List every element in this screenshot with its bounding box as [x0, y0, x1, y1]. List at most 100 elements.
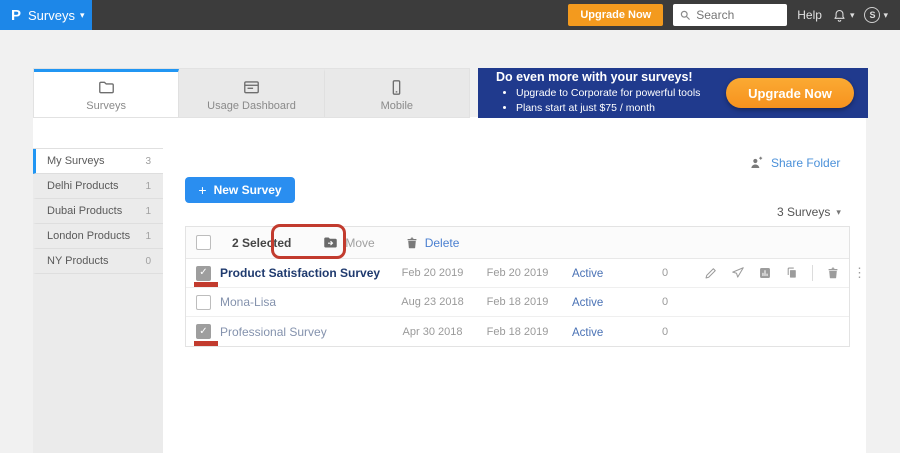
- promo-banner: Do even more with your surveys! Upgrade …: [478, 68, 868, 118]
- send-plane-icon[interactable]: [731, 266, 745, 280]
- new-survey-button[interactable]: + New Survey: [185, 177, 295, 203]
- topbar-right: Upgrade Now Help ▾ S ▾: [568, 4, 900, 26]
- status-cell: Active: [560, 264, 640, 282]
- survey-title-link[interactable]: Professional Survey: [220, 325, 327, 339]
- banner-text: Do even more with your surveys! Upgrade …: [496, 70, 700, 115]
- tab-label: Usage Dashboard: [207, 100, 296, 112]
- tab-surveys[interactable]: Surveys: [34, 69, 179, 117]
- status-cell: Active: [560, 293, 640, 311]
- row-checkbox-checked[interactable]: ✓: [196, 266, 211, 281]
- folder-label: London Products: [47, 230, 130, 242]
- tab-label: Surveys: [86, 100, 126, 112]
- sidebar-item-ny-products[interactable]: NY Products 0: [33, 249, 163, 274]
- created-date: Apr 30 2018: [390, 326, 475, 338]
- new-survey-label: New Survey: [214, 183, 282, 197]
- folder-label: NY Products: [47, 255, 109, 267]
- survey-row-3: ✓ Professional Survey Apr 30 2018 Feb 18…: [186, 317, 849, 346]
- sidebar-item-my-surveys[interactable]: My Surveys 3: [33, 149, 163, 174]
- mobile-icon: [387, 78, 406, 97]
- share-folder-link[interactable]: Share Folder: [748, 155, 840, 171]
- created-date: Aug 23 2018: [390, 296, 475, 308]
- folders-sidebar: My Surveys 3 Delhi Products 1 Dubai Prod…: [33, 148, 163, 453]
- selected-count-label: 2 Selected: [232, 236, 291, 250]
- tab-label: Mobile: [381, 100, 413, 112]
- survey-title-cell: Product Satisfaction Survey: [220, 264, 390, 282]
- folder-label: Dubai Products: [47, 205, 122, 217]
- row-checkbox-cell: ✓: [186, 317, 220, 346]
- folder-count: 3: [145, 156, 151, 167]
- status-link[interactable]: Active: [572, 268, 603, 280]
- folder-label: My Surveys: [47, 155, 104, 167]
- row-checkbox-checked[interactable]: ✓: [196, 324, 211, 339]
- tab-mobile[interactable]: Mobile: [325, 69, 469, 117]
- chevron-down-icon: ▾: [80, 11, 85, 20]
- folder-count: 1: [145, 231, 151, 242]
- plus-icon: +: [198, 182, 206, 198]
- row-actions: ⋮: [690, 265, 866, 281]
- survey-row-2: Mona-Lisa Aug 23 2018 Feb 18 2019 Active…: [186, 288, 849, 317]
- divider: [812, 265, 813, 281]
- responses-count: 0: [640, 267, 690, 279]
- banner-title: Do even more with your surveys!: [496, 70, 700, 84]
- surveys-count-label: 3 Surveys: [777, 205, 830, 219]
- help-link[interactable]: Help: [797, 8, 822, 22]
- move-folder-icon: [323, 235, 338, 250]
- delete-label: Delete: [425, 236, 460, 250]
- banner-bullet: Plans start at just $75 / month: [516, 101, 700, 116]
- modified-date: Feb 18 2019: [475, 326, 560, 338]
- sidebar-item-dubai-products[interactable]: Dubai Products 1: [33, 199, 163, 224]
- copy-icon[interactable]: [785, 266, 799, 280]
- modified-date: Feb 18 2019: [475, 296, 560, 308]
- search-input[interactable]: [696, 8, 776, 22]
- move-button[interactable]: Move: [323, 235, 374, 250]
- app-menu[interactable]: Surveys ▾: [28, 8, 85, 23]
- survey-title-link[interactable]: Mona-Lisa: [220, 295, 276, 309]
- trash-icon[interactable]: [826, 266, 840, 280]
- app-menu-label: Surveys: [28, 8, 75, 23]
- sidebar-item-london-products[interactable]: London Products 1: [33, 224, 163, 249]
- dashboard-icon: [242, 78, 261, 97]
- delete-button[interactable]: Delete: [405, 236, 460, 250]
- banner-bullet-list: Upgrade to Corporate for powerful tools …: [516, 86, 700, 115]
- chevron-down-icon: ▾: [836, 208, 841, 217]
- trash-icon: [405, 236, 419, 250]
- share-folder-label: Share Folder: [771, 156, 840, 170]
- bell-icon: [832, 8, 847, 23]
- tab-usage-dashboard[interactable]: Usage Dashboard: [179, 69, 324, 117]
- check-icon: ✓: [199, 327, 207, 337]
- banner-bullet-text: Plans start at just $75 / month: [516, 102, 655, 114]
- notifications-button[interactable]: ▾: [832, 8, 855, 23]
- reports-chart-icon[interactable]: [758, 266, 772, 280]
- topbar: P Surveys ▾ Upgrade Now Help ▾ S ▾: [0, 0, 900, 30]
- responses-count: 0: [640, 296, 690, 308]
- upgrade-now-button[interactable]: Upgrade Now: [568, 4, 663, 26]
- more-options-icon[interactable]: ⋮: [853, 265, 866, 281]
- select-all-checkbox[interactable]: [196, 235, 211, 250]
- annotation-underline: [194, 282, 218, 287]
- status-link[interactable]: Active: [572, 297, 603, 309]
- status-cell: Active: [560, 323, 640, 341]
- edit-pencil-icon[interactable]: [704, 266, 718, 280]
- app-switcher[interactable]: P Surveys ▾: [0, 0, 92, 30]
- status-link[interactable]: Active: [572, 327, 603, 339]
- row-checkbox-unchecked[interactable]: [196, 295, 211, 310]
- survey-row-1: ✓ Product Satisfaction Survey Feb 20 201…: [186, 259, 849, 288]
- check-icon: ✓: [199, 268, 207, 278]
- banner-upgrade-now-button[interactable]: Upgrade Now: [726, 78, 854, 108]
- sidebar-item-delhi-products[interactable]: Delhi Products 1: [33, 174, 163, 199]
- avatar: S: [864, 7, 880, 23]
- page: P Surveys ▾ Upgrade Now Help ▾ S ▾: [0, 0, 900, 453]
- chevron-down-icon: ▾: [883, 11, 888, 20]
- account-menu[interactable]: S ▾: [864, 7, 888, 23]
- folder-icon: [97, 78, 116, 97]
- survey-title-link[interactable]: Product Satisfaction Survey: [220, 266, 380, 280]
- banner-bullet-text: Upgrade to Corporate for powerful tools: [516, 87, 700, 99]
- share-person-plus-icon: [748, 155, 764, 171]
- row-checkbox-cell: [186, 288, 220, 316]
- row-checkbox-cell: ✓: [186, 259, 220, 287]
- search-box[interactable]: [673, 4, 787, 26]
- folder-label: Delhi Products: [47, 180, 119, 192]
- surveys-count-dropdown[interactable]: 3 Surveys ▾: [777, 205, 841, 219]
- responses-count: 0: [640, 326, 690, 338]
- survey-title-cell: Professional Survey: [220, 323, 390, 341]
